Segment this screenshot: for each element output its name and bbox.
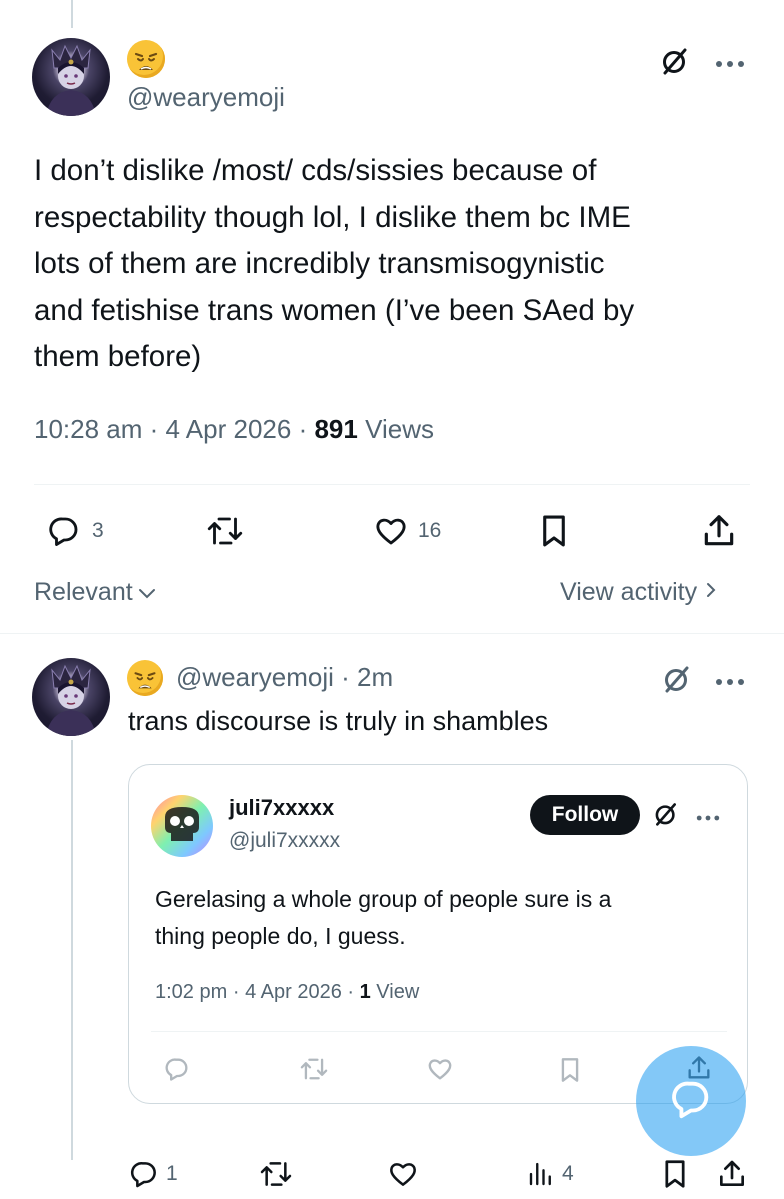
quote-views-count: 1 [359,981,371,1003]
share-button[interactable] [716,1157,748,1191]
repost-icon [205,513,245,549]
sort-label: Relevant [34,578,133,606]
reply-count: 3 [92,519,104,542]
post-text-line: lots of them are incredibly transmisogyn… [34,247,605,280]
post-meta: 10:28 am · 4 Apr 2026 · 891 Views [34,414,434,445]
divider [34,484,750,485]
quote-text-line: thing people do, I guess. [155,923,406,949]
share-button[interactable] [700,512,738,550]
meta-separator: · [341,662,350,692]
views-count: 4 [562,1162,574,1185]
quote-text: Gerelasing a whole group of people sure … [155,881,735,955]
author-handle[interactable]: @wearyemoji [176,662,334,692]
more-icon[interactable] [695,809,721,821]
post-time[interactable]: 10:28 am [34,414,142,444]
avatar[interactable] [32,38,110,116]
quote-date[interactable]: 4 Apr 2026 [245,981,342,1003]
author-handle[interactable]: @wearyemoji [127,82,285,113]
post-text: I don’t dislike /most/ cds/sissies becau… [34,148,764,381]
reply-header: @wearyemoji · 2m [176,662,393,693]
bookmark-icon [537,512,571,550]
post-text-line: and fetishise trans women (I’ve been SAe… [34,293,635,327]
quote-time[interactable]: 1:02 pm [155,981,227,1003]
chevron-right-icon [705,578,717,607]
quote-display-name[interactable]: juli7xxxxx [229,795,334,821]
share-icon [700,512,738,550]
thread-line-reply [71,740,73,1160]
meta-separator: · [347,981,355,1003]
quote-handle[interactable]: @juli7xxxxx [229,829,340,853]
reply-icon [128,1158,160,1190]
post-age[interactable]: 2m [357,662,393,692]
thread-line-top [71,0,73,28]
like-button[interactable] [386,1158,420,1190]
bookmark-button[interactable] [537,512,571,550]
quote-views-label: View [376,981,420,1003]
divider [151,1031,727,1032]
grok-slash-icon[interactable] [653,801,679,827]
weary-face-emoji [127,660,163,696]
repost-button[interactable] [205,513,245,549]
reply-text: trans discourse is truly in shambles [128,706,549,736]
repost-button[interactable] [258,1158,294,1190]
bookmark-icon[interactable] [557,1055,583,1090]
post-text-line: respectability though lol, I dislike the… [34,200,631,234]
share-icon [716,1157,748,1191]
like-count: 16 [418,519,442,542]
meta-separator: · [298,414,308,444]
weary-face-emoji [127,40,165,78]
quote-avatar[interactable] [151,795,213,857]
view-activity-label: View activity [560,578,698,606]
like-button[interactable]: 16 [372,513,441,549]
post-date[interactable]: 4 Apr 2026 [166,414,292,444]
post-text-line: them before) [34,340,202,373]
more-icon[interactable] [714,674,746,685]
quote-text-line: Gerelasing a whole group of people sure … [155,886,612,912]
compose-reply-button[interactable] [636,1046,746,1156]
meta-separator: · [232,981,240,1003]
post-text-line: I don’t dislike /most/ cds/sissies becau… [34,154,597,187]
like-icon [372,513,410,549]
like-icon[interactable] [425,1055,455,1088]
quoted-post-card[interactable]: juli7xxxxx @juli7xxxxx Follow Gerelasing… [128,764,748,1104]
views-count: 891 [314,414,358,444]
reply-button[interactable]: 3 [46,513,104,549]
avatar[interactable] [32,658,110,736]
reply-icon[interactable] [163,1055,191,1088]
bookmark-button[interactable] [660,1157,690,1191]
compose-reply-icon [668,1076,714,1127]
reply-button[interactable]: 1 [128,1158,178,1190]
chevron-down-icon [137,578,157,607]
grok-slash-icon[interactable] [660,46,690,76]
repost-icon [258,1158,294,1190]
reply-count: 1 [166,1162,178,1185]
reply-icon [46,513,82,549]
meta-separator: · [149,414,159,444]
divider [0,633,784,634]
views-icon [526,1158,556,1190]
more-icon[interactable] [714,56,746,67]
like-icon [386,1158,420,1190]
view-activity-link[interactable]: View activity [560,578,717,607]
grok-slash-icon[interactable] [662,664,692,694]
views-label: Views [365,414,434,444]
repost-icon[interactable] [299,1055,329,1088]
bookmark-icon [660,1157,690,1191]
follow-button[interactable]: Follow [530,795,640,835]
sort-replies-dropdown[interactable]: Relevant [34,578,157,607]
views-button[interactable]: 4 [526,1158,574,1190]
quote-meta: 1:02 pm · 4 Apr 2026 · 1 View [155,981,419,1004]
